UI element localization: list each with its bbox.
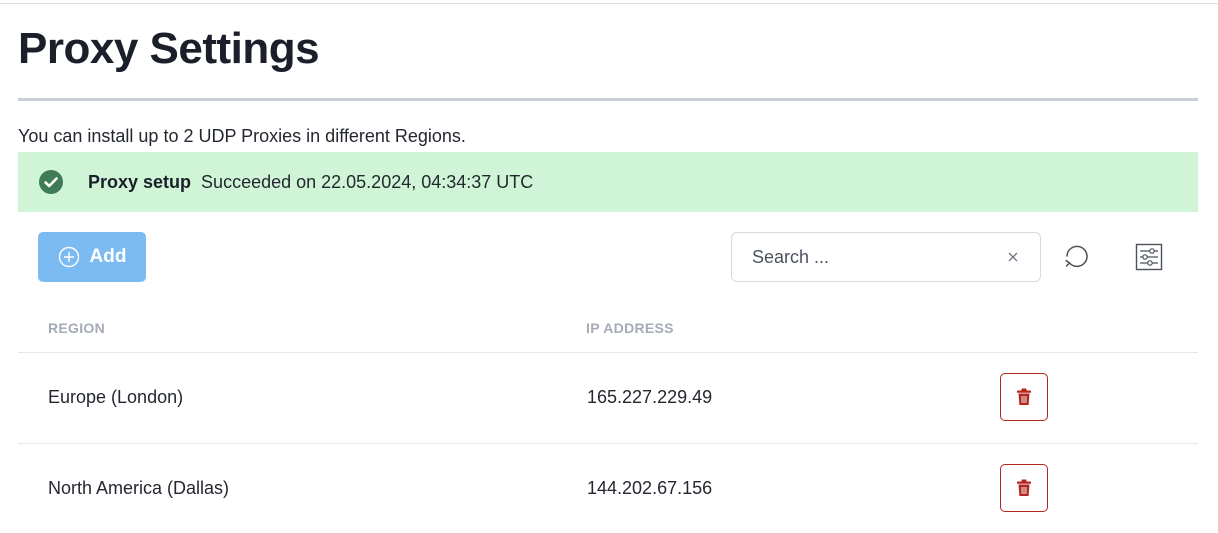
status-label: Proxy setup	[88, 171, 192, 192]
page-description: You can install up to 2 UDP Proxies in d…	[18, 126, 466, 146]
cell-ip-address: 165.227.229.49	[587, 387, 713, 407]
status-message: Succeeded on 22.05.2024, 04:34:37 UTC	[201, 171, 534, 192]
cell-ip-address: 144.202.67.156	[587, 478, 713, 498]
add-button[interactable]: Add	[38, 232, 146, 282]
row-divider	[18, 443, 1198, 444]
cell-region: Europe (London)	[48, 387, 184, 407]
trash-icon	[1016, 388, 1032, 406]
trash-icon	[1016, 479, 1032, 497]
page-title: Proxy Settings	[18, 24, 320, 73]
plus-circle-icon	[58, 246, 80, 268]
delete-button[interactable]	[1000, 373, 1048, 421]
row-divider	[18, 352, 1198, 353]
column-header-region[interactable]: REGION	[48, 320, 105, 336]
status-banner: Proxy setup Succeeded on 22.05.2024, 04:…	[18, 152, 1198, 212]
delete-button[interactable]	[1000, 464, 1048, 512]
cell-region: North America (Dallas)	[48, 478, 230, 498]
check-circle-icon	[38, 169, 64, 195]
filter-settings-icon[interactable]	[1134, 242, 1164, 272]
search-box	[731, 232, 1041, 282]
refresh-icon[interactable]	[1062, 243, 1090, 271]
clear-icon[interactable]	[1004, 248, 1022, 266]
title-divider	[18, 98, 1198, 101]
add-button-label: Add	[89, 246, 127, 267]
search-input[interactable]	[752, 245, 992, 269]
column-header-ip-address[interactable]: IP ADDRESS	[586, 320, 674, 336]
top-border	[0, 3, 1218, 4]
